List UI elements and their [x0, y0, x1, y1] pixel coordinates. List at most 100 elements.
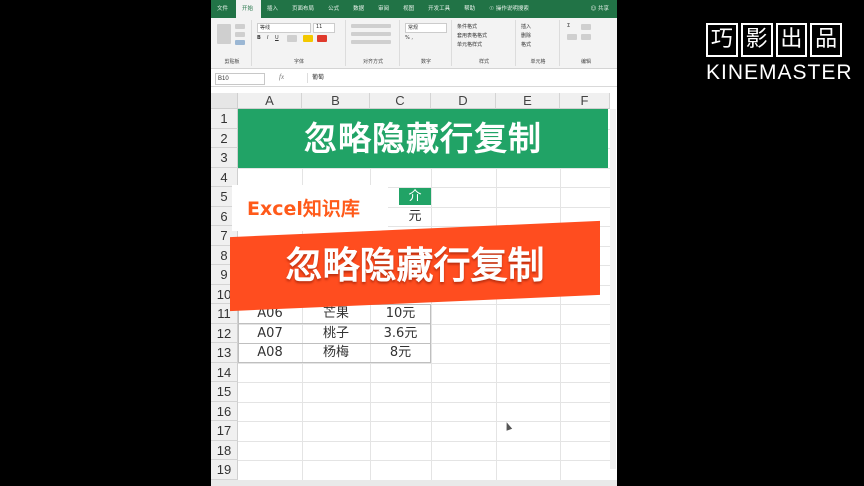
watermark-brand: KINEMASTER [706, 61, 853, 84]
name-box[interactable]: B10 [215, 73, 265, 85]
group-editing: Σ 编辑 [561, 20, 611, 66]
format-painter-icon[interactable] [235, 40, 245, 45]
tab-data[interactable]: 数据 [347, 0, 372, 18]
italic-icon[interactable]: I [267, 35, 268, 41]
column-header-b[interactable]: B [302, 93, 370, 109]
paste-icon[interactable] [217, 24, 231, 44]
watermark-char: 出 [775, 23, 808, 57]
group-label-alignment: 对齐方式 [362, 59, 383, 65]
conditional-formatting-button[interactable]: 条件格式 [457, 23, 477, 30]
merge-center-icon[interactable] [351, 40, 391, 44]
row-header[interactable]: 2 [211, 128, 238, 148]
banner-title: 忽略隐藏行复制 [304, 119, 542, 158]
sheet-tabs-bar[interactable] [211, 480, 617, 486]
fill-icon[interactable] [567, 34, 577, 40]
cell-c12[interactable]: 3.6元 [370, 324, 431, 344]
tab-formulas[interactable]: 公式 [322, 0, 347, 18]
row-header[interactable]: 18 [211, 440, 238, 460]
fill-color-icon[interactable] [303, 35, 313, 42]
share-label: 共享 [597, 6, 609, 12]
font-color-icon[interactable] [317, 35, 327, 42]
group-alignment: 对齐方式 [347, 20, 400, 66]
align-top-icon[interactable] [351, 24, 391, 28]
cell-c13[interactable]: 8元 [370, 343, 431, 363]
column-header-c[interactable]: C [370, 93, 431, 109]
tab-view[interactable]: 视图 [397, 0, 422, 18]
underline-icon[interactable]: U [275, 35, 279, 41]
autosum-icon[interactable]: Σ [567, 23, 570, 29]
row-header[interactable]: 1 [211, 109, 238, 129]
font-name-select[interactable]: 等线 [257, 23, 311, 33]
person-icon: ☺ [590, 6, 598, 12]
copy-icon[interactable] [235, 32, 245, 37]
find-select-icon[interactable] [581, 34, 591, 40]
number-format-select[interactable]: 常规 [405, 23, 447, 33]
row-header[interactable]: 13 [211, 343, 238, 363]
column-header-e[interactable]: E [496, 93, 560, 109]
group-label-font: 字体 [293, 59, 304, 65]
title-banner: 忽略隐藏行复制 [238, 109, 608, 168]
group-styles: 条件格式 套用表格格式 单元格样式 样式 [453, 20, 516, 66]
tell-me-label: 操作说明搜索 [495, 6, 529, 12]
row-header[interactable]: 14 [211, 362, 238, 382]
tab-developer[interactable]: 开发工具 [422, 0, 458, 18]
lightbulb-icon: ☉ [489, 6, 496, 12]
group-label-styles: 样式 [478, 59, 489, 65]
tab-home[interactable]: 开始 [236, 0, 262, 18]
share-button[interactable]: ☺ 共享 [585, 0, 618, 18]
cell-c11[interactable]: 10元 [370, 304, 431, 324]
channel-label: Excel知识库 [247, 198, 360, 220]
grid-line [238, 382, 610, 383]
row-header[interactable]: 12 [211, 323, 238, 343]
cell-c6[interactable]: 元 [399, 207, 431, 227]
watermark-char: 品 [810, 23, 842, 57]
cell-a13[interactable]: A08 [238, 343, 302, 363]
row-header[interactable]: 19 [211, 460, 238, 480]
title-overlay: 忽略隐藏行复制 [285, 244, 545, 287]
tell-me-search[interactable]: ☉ 操作说明搜索 [483, 0, 537, 18]
group-clipboard: 剪贴板 [213, 20, 252, 66]
font-size-select[interactable]: 11 [313, 23, 335, 33]
vertical-scrollbar[interactable] [610, 109, 616, 469]
cell-b13[interactable]: 杨梅 [302, 343, 370, 363]
ribbon-home: 剪贴板 等线 11 B I U 字体 对齐方式 常规 % , 数字 条件格式 套… [211, 18, 617, 69]
tab-insert[interactable]: 插入 [261, 0, 286, 18]
watermark-chars: 巧 影 出 品 [706, 23, 842, 57]
tab-review[interactable]: 审阅 [372, 0, 397, 18]
tab-help[interactable]: 帮助 [458, 0, 483, 18]
insert-cells-button[interactable]: 插入 [521, 23, 531, 30]
border-icon[interactable] [287, 35, 297, 42]
align-center-icon[interactable] [351, 32, 391, 36]
formula-bar: B10 fx 葡萄 [211, 70, 617, 87]
grid-line [238, 440, 610, 442]
cell-a12[interactable]: A07 [238, 324, 302, 344]
group-label-editing: 编辑 [580, 59, 591, 65]
row-header[interactable]: 3 [211, 148, 238, 168]
row-header[interactable]: 17 [211, 421, 238, 441]
group-font: 等线 11 B I U 字体 [253, 20, 346, 66]
column-header-f[interactable]: F [560, 93, 610, 109]
grid-line [238, 421, 610, 422]
tab-page-layout[interactable]: 页面布局 [286, 0, 322, 18]
cell-b12[interactable]: 桃子 [302, 324, 370, 344]
grid-line [238, 460, 610, 461]
delete-cells-button[interactable]: 删除 [521, 32, 531, 39]
sort-filter-icon[interactable] [581, 24, 591, 30]
row-header[interactable]: 16 [211, 401, 238, 421]
tab-file[interactable]: 文件 [211, 0, 236, 18]
group-number: 常规 % , 数字 [401, 20, 452, 66]
column-header-a[interactable]: A [238, 93, 302, 109]
format-cells-button[interactable]: 格式 [521, 41, 531, 48]
percent-icon[interactable]: % , [405, 35, 413, 41]
format-as-table-button[interactable]: 套用表格格式 [457, 32, 487, 39]
watermark-char: 巧 [706, 23, 738, 57]
price-header-cell[interactable]: 介 [399, 188, 431, 205]
row-header[interactable]: 15 [211, 382, 238, 402]
column-header-d[interactable]: D [431, 93, 496, 109]
cell-styles-button[interactable]: 单元格样式 [457, 41, 482, 48]
bold-icon[interactable]: B [257, 35, 261, 41]
select-all-corner[interactable] [211, 93, 238, 109]
cut-icon[interactable] [235, 24, 245, 29]
formula-input[interactable]: 葡萄 [307, 73, 617, 83]
fx-icon[interactable]: fx [279, 73, 284, 81]
